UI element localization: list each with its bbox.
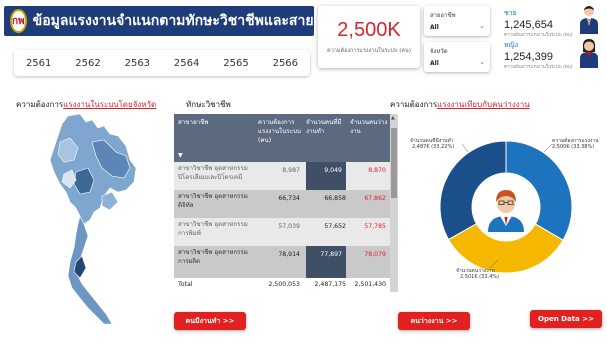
donut-section-title: ความต้องการแรงงานเทียบกับคนว่างงาน	[390, 98, 530, 111]
unemployed-cell: 8,870	[368, 167, 386, 174]
donut-value-unemployed: 2,501K (33.4%)	[460, 274, 499, 280]
demand-cell: 8,987	[282, 167, 300, 174]
kpi-value: 2,500K	[337, 19, 401, 41]
occupation-filter[interactable]: สายอาชีพ All ⌄	[424, 6, 490, 36]
filter-value: All	[430, 24, 439, 31]
column-header[interactable]: จำนวนคนที่มีงานทำ	[306, 118, 346, 136]
male-stat: ชาย 1,245,654 ความต้องการแรงงานในระบบ (ค…	[504, 8, 573, 38]
table-row[interactable]: สาขาวิชาชีพ อุตสาหกรรมดิจิทัล 66,734 66,…	[174, 190, 390, 218]
female-value: 1,254,399	[504, 51, 553, 63]
filter-label: สายอาชีพ	[430, 12, 456, 19]
table-row[interactable]: สาขาวิชาชีพ อุตสาหกรรมการผลิต 78,914 77,…	[174, 246, 390, 278]
province-filter[interactable]: จังหวัด All ⌄	[424, 42, 490, 72]
demand-cell: 78,914	[278, 251, 300, 258]
female-sub: ความต้องการแรงงานในระบบ (คน)	[504, 65, 573, 70]
male-value: 1,245,654	[504, 19, 553, 31]
female-label: หญิง	[504, 41, 518, 49]
donut-value-employed: 2,487K (33.22%)	[412, 144, 454, 150]
occupation-name: สาขาวิชาชีพ อุตสาหกรรมดิจิทัล	[178, 193, 248, 209]
scroll-up-icon[interactable]: ▲	[391, 115, 395, 121]
employed-cell: 9,049	[306, 162, 346, 190]
map-section-title: ความต้องการแรงงานในระบบโดยจังหวัด	[16, 98, 156, 111]
total-row: Total 2,500,053 2,487,175 2,501,430	[174, 278, 390, 292]
year-option[interactable]: 2565	[223, 58, 248, 69]
unemployed-cell: 78,079	[364, 251, 386, 258]
leader-line	[461, 143, 469, 153]
open-data-button[interactable]: Open Data >>	[530, 310, 602, 328]
year-selector: 2561 2562 2563 2564 2565 2566	[14, 50, 310, 76]
scroll-thumb[interactable]	[391, 128, 397, 198]
labor-donut-chart: จำนวนคนที่มีงานทำ 2,487K (33.22%) ความต้…	[410, 137, 599, 280]
province-map[interactable]	[40, 112, 140, 327]
male-sub: ความต้องการแรงงานในระบบ (คน)	[504, 33, 573, 38]
page-title: ข้อมูลแรงงานจำแนกตามทักษะวิชาชีพและสายอา…	[32, 13, 349, 29]
column-header[interactable]: ความต้องการแรงงานในระบบ (คน)	[258, 118, 302, 145]
donut-title-prefix: ความต้องการ	[390, 100, 438, 109]
total-demand: 2,500,053	[268, 281, 301, 288]
unemployed-button[interactable]: คนว่างงาน >>	[398, 312, 470, 330]
demand-cell: 57,039	[278, 223, 300, 230]
donut-label-demand: ความต้องการแรงงาน	[552, 137, 599, 144]
column-header[interactable]: สาขาอาชีพ	[178, 118, 256, 127]
occupation-name: สาขาวิชาชีพ อุตสาหกรรมปิโตรเลียมและปิโตร…	[178, 165, 248, 181]
unemployed-cell: 67,862	[364, 195, 386, 202]
employed-cell: 66,858	[324, 195, 346, 202]
donut-label-employed: จำนวนคนที่มีงานทำ	[410, 137, 454, 144]
chevron-down-icon: ⌄	[479, 22, 485, 30]
year-option[interactable]: 2564	[174, 58, 199, 69]
kpi-card: 2,500K ความต้องการแรงงานในระบบ (คน)	[318, 6, 420, 68]
map-title-highlight: แรงงานในระบบโดยจังหวัด	[63, 100, 157, 109]
skills-table: สาขาอาชีพ ความต้องการแรงงานในระบบ (คน) จ…	[174, 114, 398, 292]
employed-cell: 57,652	[324, 223, 346, 230]
leader-line	[543, 143, 553, 153]
female-person-icon	[580, 39, 598, 68]
female-stat: หญิง 1,254,399 ความต้องการแรงงานในระบบ (…	[504, 40, 573, 70]
year-option[interactable]: 2563	[125, 58, 150, 69]
filter-label: จังหวัด	[430, 48, 448, 55]
table-scrollbar[interactable]: ▲	[390, 114, 398, 292]
column-header[interactable]: จำนวนคนว่างงาน	[350, 118, 388, 136]
year-option[interactable]: 2562	[75, 58, 100, 69]
employed-cell: 77,897	[306, 246, 346, 278]
table-row[interactable]: สาขาวิชาชีพ อุตสาหกรรมการพิมพ์ 57,039 57…	[174, 218, 390, 246]
donut-value-demand: 2,500K (33.38%)	[552, 144, 594, 150]
filter-value: All	[430, 60, 439, 67]
sort-caret-icon[interactable]: ▼	[178, 152, 183, 159]
logo-icon: กพ	[10, 9, 27, 33]
year-option[interactable]: 2561	[26, 58, 51, 69]
total-employed: 2,487,175	[314, 281, 347, 288]
occupation-name: สาขาวิชาชีพ อุตสาหกรรมการผลิต	[178, 249, 248, 265]
title-bar: กพ ข้อมูลแรงงานจำแนกตามทักษะวิชาชีพและสา…	[4, 6, 349, 36]
year-option[interactable]: 2566	[273, 58, 298, 69]
occupation-name: สาขาวิชาชีพ อุตสาหกรรมการพิมพ์	[178, 221, 248, 237]
table-section-title: ทักษะวิชาชีพ	[186, 100, 231, 109]
map-title-prefix: ความต้องการ	[16, 100, 64, 109]
total-label: Total	[178, 281, 193, 288]
table-row[interactable]: สาขาวิชาชีพ อุตสาหกรรมปิโตรเลียมและปิโตร…	[174, 162, 390, 190]
demand-cell: 66,734	[278, 195, 300, 202]
unemployed-cell: 57,785	[364, 223, 386, 230]
chevron-down-icon: ⌄	[479, 58, 485, 66]
table-header: สาขาอาชีพ ความต้องการแรงงานในระบบ (คน) จ…	[174, 114, 390, 162]
total-unemployed: 2,501,430	[354, 281, 387, 288]
male-person-icon	[580, 6, 598, 34]
employed-button[interactable]: คนมีงานทำ >>	[174, 312, 246, 330]
male-label: ชาย	[504, 9, 517, 17]
kpi-label: ความต้องการแรงงานในระบบ (คน)	[327, 48, 411, 54]
donut-title-highlight: แรงงานเทียบกับคนว่างงาน	[437, 100, 530, 109]
